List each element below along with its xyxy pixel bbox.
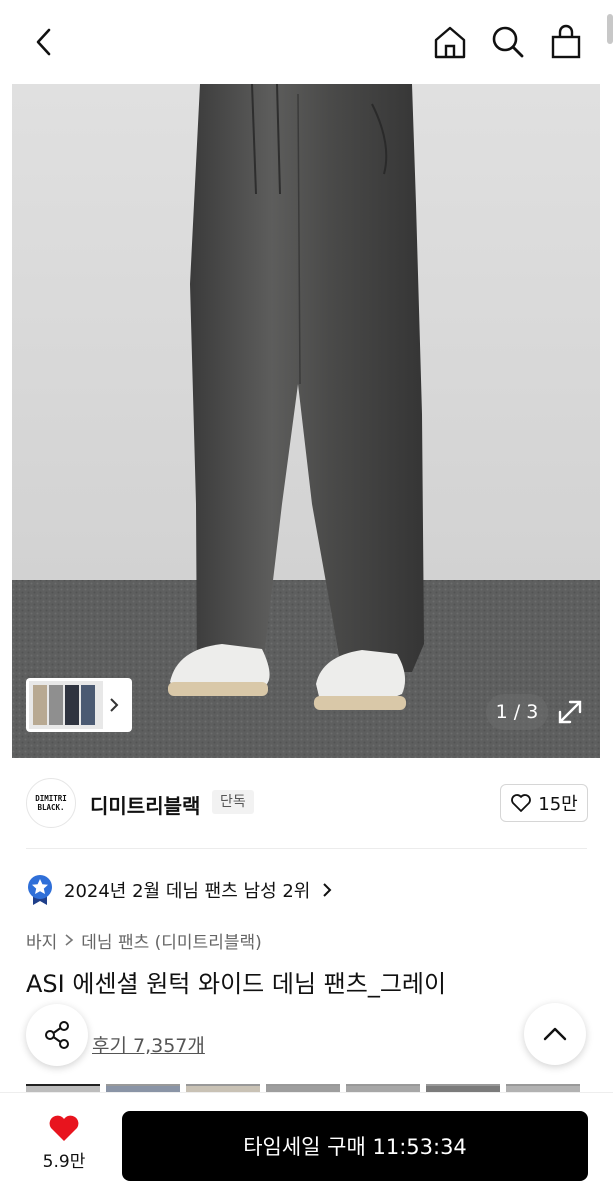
product-title: ASI 에센셜 원턱 와이드 데님 팬츠_그레이 [26,970,447,998]
wishlist-count: 5.9만 [42,1152,86,1172]
search-button[interactable] [484,18,532,66]
thumbnail-preview [29,681,103,729]
brand-logo-line2: BLACK. [37,803,65,812]
expand-icon [558,700,582,724]
cart-button[interactable] [542,18,590,66]
heart-filled-icon [49,1115,79,1141]
chevron-left-icon [36,28,51,56]
ranking-link[interactable]: 2024년 2월 데님 팬츠 남성 2위 [26,872,334,908]
brand-logo-line1: DIMITRI [35,794,67,803]
image-counter: 1 / 3 [486,694,548,730]
heart-outline-icon [511,794,532,812]
share-button[interactable] [26,1004,88,1066]
brand-logo[interactable]: DIMITRI BLACK. [26,778,76,828]
breadcrumb-category[interactable]: 바지 [26,928,57,953]
chevron-up-icon [543,1027,567,1041]
product-photo [12,84,600,758]
brand-like-button[interactable]: 15만 [500,784,588,822]
home-button[interactable] [426,18,474,66]
ranking-medal-icon [28,875,52,905]
breadcrumb: 바지 데님 팬츠 (디미트리블랙) [26,926,262,954]
bottom-purchase-bar: 5.9만 타임세일 구매 11:53:34 [0,1092,613,1200]
brand-name-link[interactable]: 디미트리블랙 [90,790,200,819]
chevron-right-icon [323,883,332,897]
ranking-text: 2024년 2월 데님 팬츠 남성 2위 [64,881,311,902]
exclusive-badge: 단독 [212,790,254,814]
scroll-indicator[interactable] [607,14,613,44]
search-icon [492,26,524,58]
gallery-thumbnails[interactable] [26,678,132,732]
brand-row: DIMITRI BLACK. 디미트리블랙 단독 15만 [0,770,613,836]
scroll-to-top-button[interactable] [524,1003,586,1065]
brand-like-count: 15만 [538,794,578,815]
buy-button[interactable]: 타임세일 구매 11:53:34 [122,1111,588,1181]
section-divider [26,848,587,849]
chevron-right-icon [110,698,119,712]
expand-button[interactable] [552,694,588,730]
home-icon [434,26,466,59]
breadcrumb-subcategory[interactable]: 데님 팬츠 (디미트리블랙) [81,928,261,953]
share-icon [45,1021,69,1049]
product-image-gallery[interactable]: 1 / 3 [12,84,600,758]
wishlist-button[interactable]: 5.9만 [30,1113,98,1177]
chevron-right-icon [65,934,74,946]
back-button[interactable] [20,18,68,66]
top-navigation-bar [0,0,613,84]
review-count-link[interactable]: 후기 7,357개 [92,1031,205,1058]
shopping-bag-icon [551,24,581,59]
